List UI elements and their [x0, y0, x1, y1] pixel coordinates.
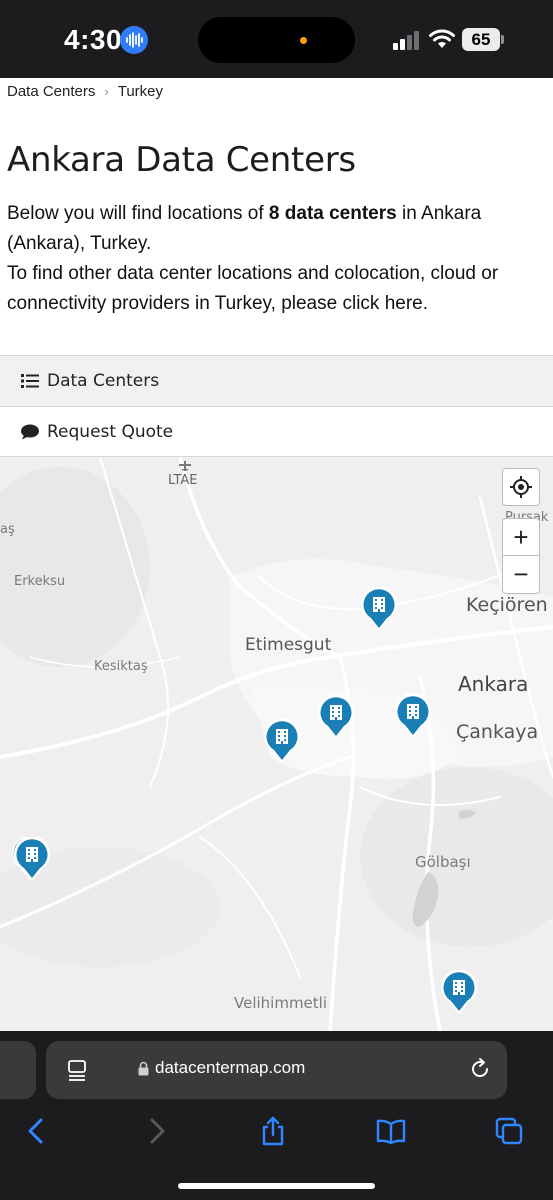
page-title: Ankara Data Centers	[7, 140, 356, 180]
lock-icon	[138, 1061, 149, 1076]
status-bar: 4:30 65	[0, 0, 553, 78]
share-icon[interactable]	[258, 1116, 288, 1146]
tabs-icon[interactable]	[494, 1116, 524, 1146]
screen: 4:30 65 Data Centers › Turkey Ankara Dat…	[0, 0, 553, 1200]
intro-end: .	[422, 293, 429, 314]
locate-me-button[interactable]	[502, 468, 540, 506]
data-center-pin-cluster[interactable]	[13, 837, 51, 883]
zoom-in-button[interactable]: +	[502, 518, 540, 556]
map-label-velihimmetli: Velihimmetli	[234, 994, 328, 1012]
map-label-ltae: LTAE	[168, 473, 198, 488]
status-time: 4:30	[64, 24, 123, 55]
tab-data-centers-label: Data Centers	[47, 371, 160, 391]
data-center-pin[interactable]	[263, 719, 301, 765]
map-label-etimesgut: Etimesgut	[245, 635, 332, 655]
map-label-kesiktas: Kesiktaş	[94, 659, 148, 674]
battery-cap	[501, 35, 504, 44]
map-label-kecioren: Keçiören	[466, 594, 548, 616]
privacy-indicator-dot	[300, 37, 307, 44]
home-indicator	[178, 1183, 375, 1189]
zoom-out-button[interactable]: −	[502, 556, 540, 594]
tab-request-quote-label: Request Quote	[47, 421, 174, 442]
data-center-pin[interactable]	[394, 694, 432, 740]
url-text[interactable]: datacentermap.com	[155, 1058, 305, 1078]
voice-memo-icon	[120, 26, 148, 54]
breadcrumb-turkey[interactable]: Turkey	[118, 83, 163, 100]
data-center-pin[interactable]	[440, 970, 478, 1016]
browser-toolbar: datacentermap.com	[0, 1031, 553, 1200]
back-icon[interactable]	[22, 1116, 52, 1146]
intro-part-1: Below you will find locations of	[7, 203, 269, 224]
battery-level: 65	[462, 28, 500, 51]
breadcrumb: Data Centers › Turkey	[7, 83, 163, 100]
intro-text: Below you will find locations of 8 data …	[7, 199, 547, 319]
data-center-pin[interactable]	[360, 587, 398, 633]
map-label-golbasi: Gölbaşı	[415, 853, 471, 871]
comment-icon	[21, 424, 39, 439]
map-label-as: aş	[0, 522, 15, 537]
intro-count: 8 data centers	[268, 203, 397, 224]
list-icon	[21, 374, 39, 388]
forward-icon[interactable]	[141, 1116, 171, 1146]
tab-data-centers[interactable]: Data Centers	[0, 355, 553, 406]
data-center-pin[interactable]	[317, 695, 355, 741]
previous-tab-preview[interactable]	[0, 1041, 36, 1099]
wifi-icon	[429, 29, 455, 48]
click-here-link[interactable]: please click here	[281, 293, 423, 314]
cellular-signal-icon	[393, 31, 419, 50]
map-label-erkeksu: Erkeksu	[14, 574, 66, 589]
page-menu-icon[interactable]	[66, 1059, 88, 1081]
reload-icon[interactable]	[468, 1057, 492, 1081]
crosshair-icon	[510, 476, 532, 498]
tab-request-quote[interactable]: Request Quote	[0, 406, 553, 457]
chevron-right-icon: ›	[104, 84, 109, 99]
bookmarks-icon[interactable]	[376, 1116, 406, 1146]
dynamic-island	[198, 17, 355, 63]
map-label-cankaya: Çankaya	[456, 721, 539, 743]
map-label-ankara: Ankara	[458, 672, 529, 696]
breadcrumb-data-centers[interactable]: Data Centers	[7, 83, 95, 100]
map[interactable]: LTAE aş Pursak Erkeksu Keçiören Etimesgu…	[0, 457, 553, 1031]
battery-indicator: 65	[462, 28, 504, 51]
